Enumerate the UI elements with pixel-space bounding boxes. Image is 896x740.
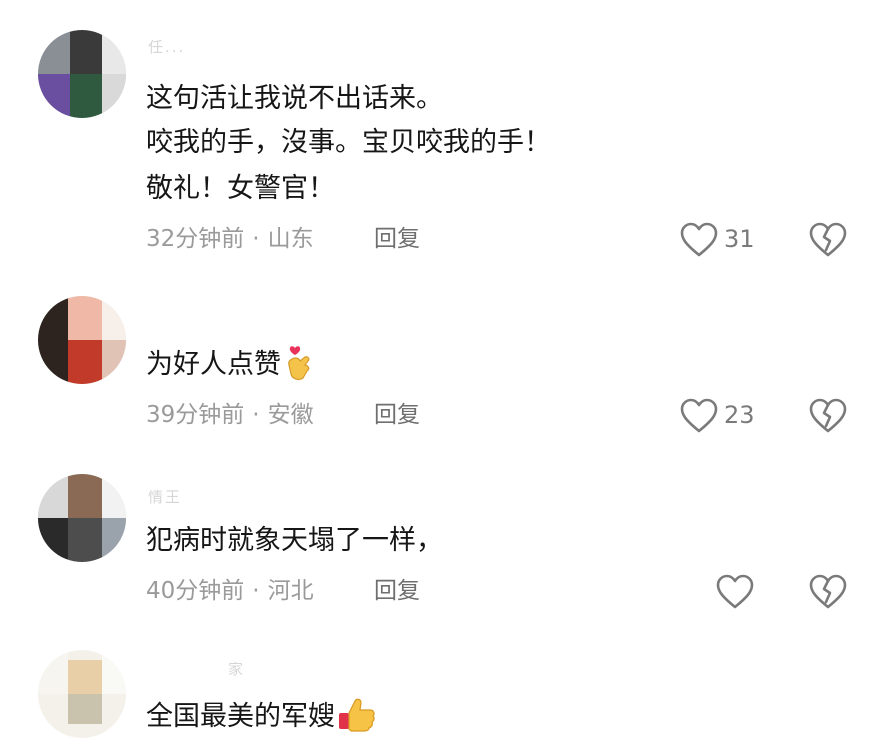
username[interactable]: 情王	[148, 490, 182, 504]
comment-text-line: 全国最美的军嫂	[146, 698, 377, 734]
timestamp: 32分钟前	[146, 226, 245, 252]
like-count: 23	[724, 401, 755, 429]
finger-heart-emoji	[288, 345, 310, 380]
like-count: 31	[724, 225, 755, 253]
like-button[interactable]: 31	[680, 220, 770, 260]
separator-dot: ·	[252, 578, 260, 604]
comment-text: 全国最美的军嫂	[146, 701, 335, 732]
comment-text-line: 这句活让我说不出话来。	[146, 83, 443, 114]
thumbs-up-emoji	[339, 698, 375, 732]
heart-icon	[680, 222, 718, 257]
reply-button[interactable]: 回复	[374, 576, 420, 606]
avatar[interactable]	[38, 30, 126, 118]
avatar[interactable]	[38, 474, 126, 562]
username[interactable]: 任...	[148, 40, 185, 54]
dislike-button[interactable]	[808, 398, 852, 438]
timestamp: 39分钟前	[146, 402, 245, 428]
comment-text-line: 敬礼！女警官！	[146, 173, 335, 204]
avatar[interactable]	[38, 296, 126, 384]
comment-meta: 32分钟前 · 山东 回复	[146, 224, 420, 254]
comment-text-line: 咬我的手，沒事。宝贝咬我的手！	[146, 127, 551, 158]
avatar[interactable]	[38, 650, 126, 738]
timestamp: 40分钟前	[146, 578, 245, 604]
location: 河北	[267, 578, 314, 604]
separator-dot: ·	[252, 226, 260, 252]
heart-icon	[680, 398, 718, 433]
broken-heart-icon	[809, 398, 847, 433]
like-button[interactable]: 23	[680, 396, 770, 436]
reply-button[interactable]: 回复	[374, 224, 420, 254]
comment-text: 为好人点赞	[146, 349, 281, 380]
heart-icon	[716, 574, 754, 609]
separator-dot: ·	[252, 402, 260, 428]
location: 安徽	[267, 402, 314, 428]
broken-heart-icon	[809, 222, 847, 257]
reply-button[interactable]: 回复	[374, 400, 420, 430]
username[interactable]: 家	[228, 662, 245, 676]
comment-text-line: 为好人点赞	[146, 345, 317, 382]
like-button[interactable]	[716, 572, 806, 612]
broken-heart-icon	[809, 574, 847, 609]
comment-text-line: 犯病时就象天塌了一样，	[146, 525, 443, 556]
dislike-button[interactable]	[808, 574, 852, 614]
comment-meta: 40分钟前 · 河北 回复	[146, 576, 420, 606]
comment-meta: 39分钟前 · 安徽 回复	[146, 400, 420, 430]
dislike-button[interactable]	[808, 222, 852, 262]
location: 山东	[267, 226, 314, 252]
